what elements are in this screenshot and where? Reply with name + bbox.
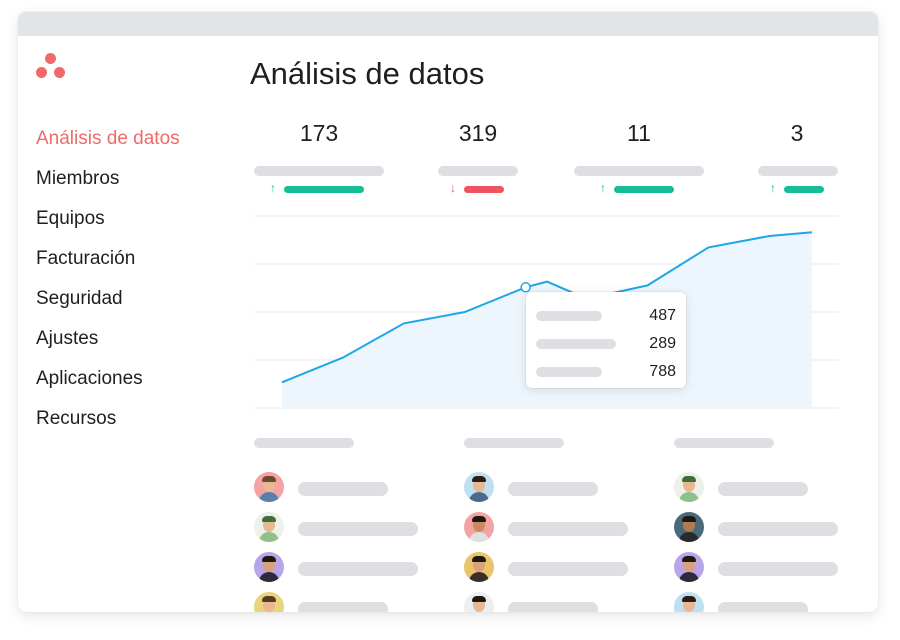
list-item[interactable]	[674, 472, 854, 502]
avatar[interactable]	[254, 592, 284, 612]
stat-value: 319	[458, 120, 498, 146]
chart-highlight-point[interactable]	[520, 282, 531, 293]
stat-card: 3	[727, 118, 867, 148]
arrow-down-icon: ↓	[450, 181, 456, 195]
person-name-placeholder	[718, 562, 838, 576]
sidebar-item-miembros[interactable]: Miembros	[36, 166, 236, 206]
sidebar-nav: Análisis de datos Miembros Equipos Factu…	[36, 126, 236, 446]
stat-value: 173	[299, 120, 339, 146]
people-list-header-placeholder	[674, 438, 774, 448]
sidebar-item-seguridad[interactable]: Seguridad	[36, 286, 236, 326]
avatar[interactable]	[674, 592, 704, 612]
tooltip-label-placeholder	[536, 367, 602, 377]
stat-trend: ↑	[270, 181, 366, 195]
person-name-placeholder	[298, 602, 388, 612]
avatar[interactable]	[254, 512, 284, 542]
trend-bar	[784, 186, 824, 193]
avatar[interactable]	[254, 552, 284, 582]
trend-bar	[284, 186, 364, 193]
avatar[interactable]	[674, 472, 704, 502]
person-name-placeholder	[508, 482, 598, 496]
sidebar-item-analisis[interactable]: Análisis de datos	[36, 126, 236, 166]
chart-tooltip: 487 289 788	[526, 292, 686, 388]
stat-card: 173	[249, 118, 389, 148]
list-item[interactable]	[464, 472, 644, 502]
sidebar-item-aplicaciones[interactable]: Aplicaciones	[36, 366, 236, 406]
stat-label-placeholder	[574, 166, 704, 176]
tooltip-value: 289	[649, 335, 676, 352]
person-name-placeholder	[508, 562, 628, 576]
avatar[interactable]	[674, 512, 704, 542]
stat-trend: ↑	[600, 181, 676, 195]
list-item[interactable]	[464, 512, 644, 542]
tooltip-row: 289	[536, 335, 676, 352]
sidebar-item-recursos[interactable]: Recursos	[36, 406, 236, 446]
stat-trend: ↓	[450, 181, 506, 195]
stat-label-placeholder	[254, 166, 384, 176]
sidebar-item-ajustes[interactable]: Ajustes	[36, 326, 236, 366]
avatar[interactable]	[464, 592, 494, 612]
person-name-placeholder	[298, 562, 418, 576]
person-name-placeholder	[718, 522, 838, 536]
list-item[interactable]	[674, 552, 854, 582]
list-item[interactable]	[464, 552, 644, 582]
stat-card: 11	[569, 118, 709, 148]
stat-value: 3	[790, 120, 804, 146]
stat-trend: ↑	[770, 181, 826, 195]
list-item[interactable]	[464, 592, 644, 612]
list-item[interactable]	[254, 552, 434, 582]
stat-value: 11	[627, 120, 651, 146]
stat-label-placeholder	[758, 166, 838, 176]
arrow-up-icon: ↑	[600, 181, 606, 195]
people-list-header-placeholder	[254, 438, 354, 448]
person-name-placeholder	[508, 522, 628, 536]
avatar[interactable]	[464, 552, 494, 582]
arrow-up-icon: ↑	[270, 181, 276, 195]
person-name-placeholder	[718, 602, 808, 612]
tooltip-label-placeholder	[536, 339, 616, 349]
tooltip-row: 788	[536, 363, 676, 380]
tooltip-value: 788	[649, 363, 676, 380]
avatar[interactable]	[464, 512, 494, 542]
person-name-placeholder	[718, 482, 808, 496]
list-item[interactable]	[674, 512, 854, 542]
page-title: Análisis de datos	[250, 56, 485, 91]
person-name-placeholder	[508, 602, 598, 612]
list-item[interactable]	[254, 512, 434, 542]
app-window: Análisis de datos Miembros Equipos Factu…	[18, 12, 878, 612]
tooltip-row: 487	[536, 307, 676, 324]
trend-bar	[464, 186, 504, 193]
person-name-placeholder	[298, 482, 388, 496]
stat-label-placeholder	[438, 166, 518, 176]
arrow-up-icon: ↑	[770, 181, 776, 195]
window-titlebar	[18, 12, 878, 36]
list-item[interactable]	[254, 592, 434, 612]
people-list-header-placeholder	[464, 438, 564, 448]
sidebar-item-equipos[interactable]: Equipos	[36, 206, 236, 246]
asana-logo-icon[interactable]	[36, 53, 66, 81]
avatar[interactable]	[254, 472, 284, 502]
list-item[interactable]	[254, 472, 434, 502]
stat-card: 319	[408, 118, 548, 148]
list-item[interactable]	[674, 592, 854, 612]
tooltip-value: 487	[649, 307, 676, 324]
avatar[interactable]	[674, 552, 704, 582]
sidebar-item-facturacion[interactable]: Facturación	[36, 246, 236, 286]
tooltip-label-placeholder	[536, 311, 602, 321]
avatar[interactable]	[464, 472, 494, 502]
trend-bar	[614, 186, 674, 193]
person-name-placeholder	[298, 522, 418, 536]
